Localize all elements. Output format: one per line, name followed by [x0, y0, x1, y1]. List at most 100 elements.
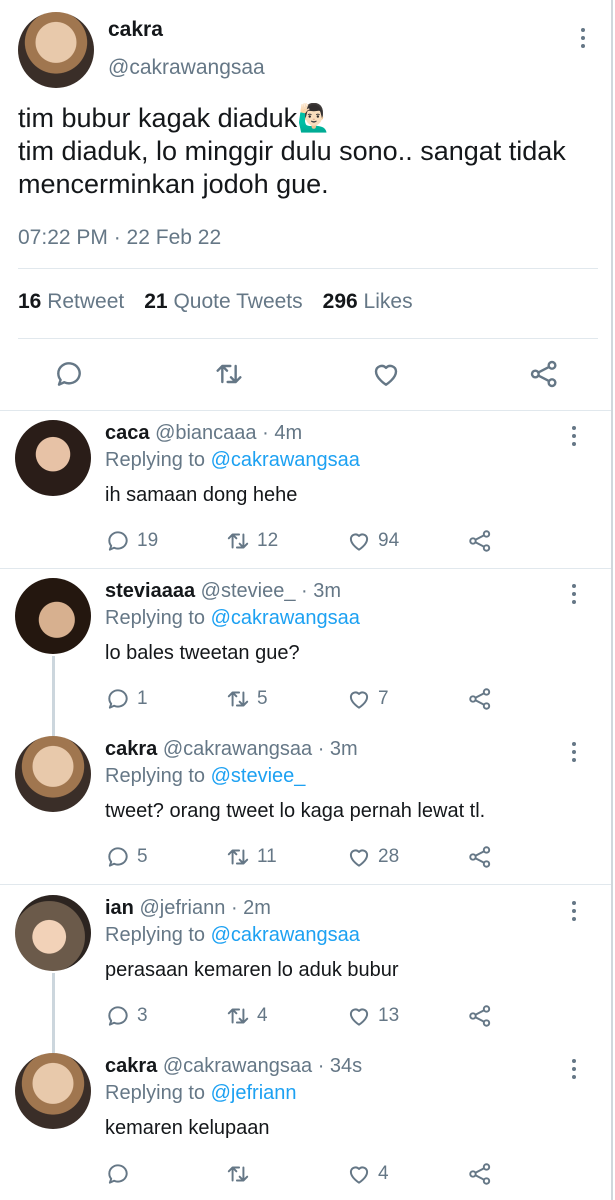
- like-count[interactable]: 296 Likes: [323, 290, 413, 314]
- reply-comment-action[interactable]: 19: [105, 528, 158, 554]
- reply-tweet[interactable]: cakra @cakrawangsaa · 3m Replying to @ste…: [0, 736, 611, 886]
- more-icon[interactable]: [566, 584, 582, 604]
- reply-share-action[interactable]: [467, 844, 493, 870]
- thread-line: [52, 656, 55, 736]
- thread-line: [52, 973, 55, 1053]
- reply-share-action[interactable]: [467, 528, 493, 554]
- reply-like-action[interactable]: 4: [346, 1161, 389, 1187]
- reply-like-action[interactable]: 28: [346, 844, 399, 870]
- replying-to: Replying to @steviee_: [105, 765, 306, 787]
- reply-retweet-action[interactable]: 5: [225, 686, 268, 712]
- replying-to-link[interactable]: @steviee_: [211, 765, 306, 787]
- reply-tweet[interactable]: ian @jefriann · 2m Replying to @cakrawang…: [0, 895, 611, 1045]
- reply-comment-action[interactable]: [105, 1161, 137, 1187]
- reply-text: kemaren kelupaan: [105, 1117, 270, 1139]
- reply-retweet-action[interactable]: 11: [225, 844, 277, 870]
- retweet-icon[interactable]: [225, 844, 251, 870]
- reply-author-name[interactable]: cakra: [105, 738, 157, 760]
- share-icon[interactable]: [467, 528, 493, 554]
- replying-to-link[interactable]: @cakrawangsaa: [211, 449, 360, 471]
- share-icon[interactable]: [467, 1003, 493, 1029]
- reply-author-name[interactable]: steviaaaa: [105, 580, 195, 602]
- reply-actions: 3 4 13: [105, 1003, 505, 1031]
- reply-tweet[interactable]: steviaaaa @steviee_ · 3m Replying to @cak…: [0, 578, 611, 728]
- reply-author-handle[interactable]: @cakrawangsaa: [163, 738, 312, 760]
- divider: [0, 410, 611, 411]
- reply-icon[interactable]: [105, 1003, 131, 1029]
- more-icon[interactable]: [566, 426, 582, 446]
- retweet-icon[interactable]: [225, 1161, 251, 1187]
- avatar[interactable]: [18, 12, 94, 88]
- reply-retweet-action[interactable]: 4: [225, 1003, 268, 1029]
- reply-icon[interactable]: [53, 358, 85, 390]
- like-icon[interactable]: [346, 1003, 372, 1029]
- like-icon[interactable]: [346, 844, 372, 870]
- reply-author-handle[interactable]: @biancaaa: [155, 422, 256, 444]
- reply-share-action[interactable]: [467, 1003, 493, 1029]
- share-icon[interactable]: [528, 358, 560, 390]
- share-icon[interactable]: [467, 686, 493, 712]
- tweet-actions: [0, 358, 598, 392]
- more-icon[interactable]: [566, 901, 582, 921]
- author-name[interactable]: cakra: [108, 18, 163, 42]
- reply-share-action[interactable]: [467, 686, 493, 712]
- reply-tweet[interactable]: caca @biancaaa · 4m Replying to @cakrawan…: [0, 420, 611, 570]
- more-icon[interactable]: [566, 1059, 582, 1079]
- comment-count: 19: [137, 530, 159, 551]
- reply-actions: 1 5 7: [105, 686, 505, 714]
- reply-author-name[interactable]: cakra: [105, 1055, 157, 1077]
- avatar[interactable]: [15, 1053, 91, 1129]
- reply-retweet-action[interactable]: [225, 1161, 257, 1187]
- reply-comment-action[interactable]: 1: [105, 686, 148, 712]
- quote-count[interactable]: 21 Quote Tweets: [144, 290, 302, 314]
- tweet-stats: 16 Retweet 21 Quote Tweets 296 Likes: [18, 290, 413, 314]
- reply-like-action[interactable]: 13: [346, 1003, 399, 1029]
- reply-age: · 3m: [317, 738, 358, 760]
- avatar[interactable]: [15, 578, 91, 654]
- tweet-timestamp[interactable]: 07:22 PM · 22 Feb 22: [18, 226, 221, 250]
- retweet-icon[interactable]: [225, 1003, 251, 1029]
- retweet-icon[interactable]: [225, 686, 251, 712]
- reply-share-action[interactable]: [467, 1161, 493, 1187]
- reply-author-name[interactable]: caca: [105, 422, 150, 444]
- reply-age: · 4m: [262, 422, 303, 444]
- reply-comment-action[interactable]: 5: [105, 844, 148, 870]
- reply-author-name[interactable]: ian: [105, 897, 134, 919]
- reply-author-handle[interactable]: @steviee_: [201, 580, 296, 602]
- reply-icon[interactable]: [105, 686, 131, 712]
- reply-header: steviaaaa @steviee_ · 3m: [105, 580, 341, 603]
- avatar[interactable]: [15, 420, 91, 496]
- reply-header: ian @jefriann · 2m: [105, 897, 271, 920]
- reply-icon[interactable]: [105, 528, 131, 554]
- replying-to-link[interactable]: @cakrawangsaa: [211, 924, 360, 946]
- reply-retweet-action[interactable]: 12: [225, 528, 278, 554]
- share-icon[interactable]: [467, 844, 493, 870]
- retweet-icon[interactable]: [225, 528, 251, 554]
- share-icon[interactable]: [467, 1161, 493, 1187]
- like-icon[interactable]: [346, 1161, 372, 1187]
- reply-like-action[interactable]: 94: [346, 528, 399, 554]
- retweet-icon[interactable]: [213, 358, 245, 390]
- divider: [0, 568, 611, 569]
- reply-text: ih samaan dong hehe: [105, 484, 298, 506]
- avatar[interactable]: [15, 736, 91, 812]
- reply-author-handle[interactable]: @cakrawangsaa: [163, 1055, 312, 1077]
- reply-actions: 19 12 94: [105, 528, 505, 556]
- more-icon[interactable]: [575, 28, 591, 48]
- reply-comment-action[interactable]: 3: [105, 1003, 148, 1029]
- like-icon[interactable]: [346, 528, 372, 554]
- replying-to-link[interactable]: @cakrawangsaa: [211, 607, 360, 629]
- retweet-count[interactable]: 16 Retweet: [18, 290, 124, 314]
- avatar[interactable]: [15, 895, 91, 971]
- author-handle[interactable]: @cakrawangsaa: [108, 56, 265, 80]
- like-count: 7: [378, 688, 389, 709]
- reply-icon[interactable]: [105, 1161, 131, 1187]
- reply-author-handle[interactable]: @jefriann: [139, 897, 225, 919]
- more-icon[interactable]: [566, 742, 582, 762]
- reply-like-action[interactable]: 7: [346, 686, 389, 712]
- replying-to-link[interactable]: @jefriann: [211, 1082, 297, 1104]
- reply-icon[interactable]: [105, 844, 131, 870]
- reply-tweet[interactable]: cakra @cakrawangsaa · 34s Replying to @je…: [0, 1053, 611, 1200]
- like-icon[interactable]: [346, 686, 372, 712]
- like-icon[interactable]: [370, 358, 402, 390]
